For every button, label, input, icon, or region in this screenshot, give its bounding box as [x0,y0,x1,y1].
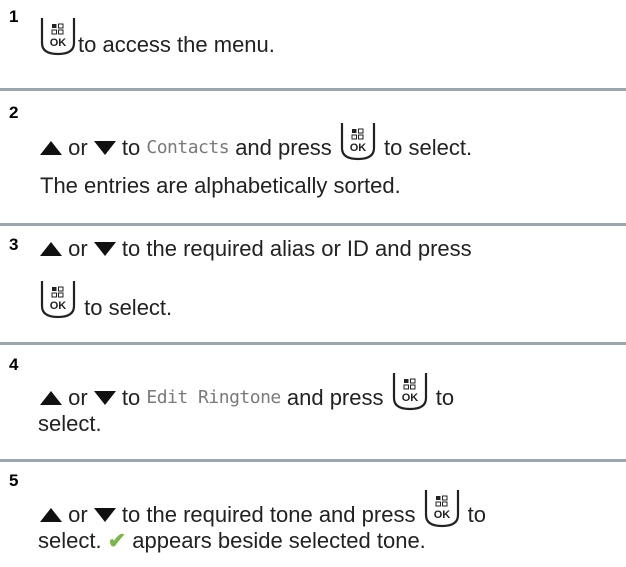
divider [0,459,626,462]
svg-text:OK: OK [433,509,450,521]
step-text: to [461,502,487,527]
menu-ok-key-icon: OK [38,278,78,320]
step-text: or [62,385,94,410]
step-text: to access the menu. [78,32,275,57]
menu-ok-key-icon: OK [422,487,462,529]
step-text: to the required tone and press [115,502,422,527]
step-text: to [115,135,147,160]
up-arrow-icon [40,141,62,155]
step-text: to select. [377,135,473,160]
down-arrow-icon [93,391,116,405]
svg-text:OK: OK [50,300,67,312]
down-arrow-icon [93,508,116,522]
down-arrow-icon [93,242,116,256]
down-arrow-icon [93,141,116,155]
step-number: 1 [9,7,19,26]
step-text: select. [38,528,108,553]
step-text: to [429,385,455,410]
step-text: to the required alias or ID and press [115,236,472,261]
step-number: 5 [9,471,19,490]
step-text: or [62,236,94,261]
step-number: 2 [9,103,19,122]
step-text: select. [38,411,102,436]
divider [0,88,626,91]
step-text: appears beside selected tone. [126,528,426,553]
up-arrow-icon [40,508,62,522]
divider [0,223,626,226]
svg-text:OK: OK [50,37,67,49]
menu-ok-key-icon: OK [338,120,378,162]
svg-text:OK: OK [401,392,418,404]
checkmark-icon: ✔ [107,528,127,553]
step-text: to select. [78,295,173,320]
step-text: or [62,135,94,160]
step-number: 4 [9,355,19,374]
menu-ok-key-icon: OK [38,15,78,57]
divider [0,342,626,345]
menu-ok-key-icon: OK [390,370,430,412]
menu-item-code: Edit Ringtone [146,387,281,408]
up-arrow-icon [40,391,62,405]
step-text: and press [229,135,338,160]
menu-item-code: Contacts [146,137,230,158]
step-text: and press [280,385,390,410]
svg-text:OK: OK [350,142,367,154]
step-text: The entries are alphabetically sorted. [40,173,401,198]
step-text: to [115,385,147,410]
step-text: or [62,502,94,527]
step-number: 3 [9,235,19,254]
up-arrow-icon [40,242,62,256]
